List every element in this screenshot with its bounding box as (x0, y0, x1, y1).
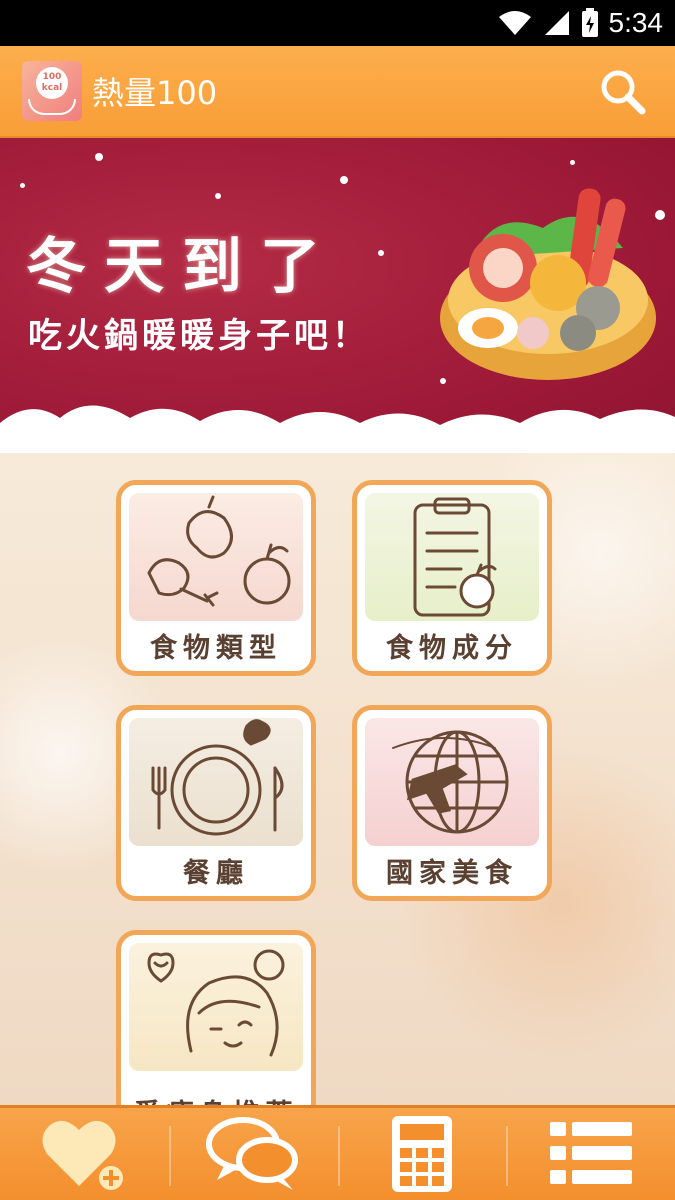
banner-subtitle: 吃火鍋暖暖身子吧！ (28, 316, 370, 356)
wifi-icon (498, 11, 531, 35)
hotpot-illustration (440, 188, 656, 380)
chat-bubbles-icon (206, 1117, 299, 1190)
food-types-icon (147, 495, 291, 607)
clock: 5:34 (608, 7, 664, 38)
favorite-heart-plus-icon (42, 1120, 124, 1190)
sparkle-icon (215, 193, 221, 199)
nav-list[interactable] (506, 1108, 675, 1200)
sparkle-icon (340, 176, 348, 184)
tile-label: 國家美食 (386, 858, 518, 889)
restaurant-plate-icon (151, 719, 284, 836)
nutrition-clipboard-icon (413, 497, 497, 617)
nav-chat[interactable] (168, 1108, 338, 1200)
menu-grid: 食物類型 食物成分 餐廳 國家美食 (0, 453, 675, 1105)
app-title: 熱量100 (92, 74, 218, 112)
country-food-art (365, 718, 539, 846)
tile-country-food[interactable]: 國家美食 (352, 705, 552, 901)
promo-banner[interactable]: 冬天到了 吃火鍋暖暖身子吧！ (0, 138, 675, 453)
tile-nutrition[interactable]: 食物成分 (352, 480, 552, 676)
tile-restaurant[interactable]: 餐廳 (116, 705, 316, 901)
sparkle-icon (20, 183, 25, 188)
tile-label: 食物成分 (386, 633, 518, 664)
tile-label: 食物類型 (150, 633, 282, 664)
food-types-art (129, 493, 303, 621)
search-icon (601, 70, 646, 115)
app-logo[interactable]: 100 kcal (22, 61, 82, 121)
globe-plane-icon (392, 730, 509, 834)
calculator-icon (391, 1116, 452, 1192)
sparkle-icon (95, 153, 103, 161)
diet-girl-icon (147, 949, 285, 1057)
bottom-nav (0, 1105, 675, 1200)
tile-label: 餐廳 (183, 858, 249, 889)
sparkle-icon (378, 250, 384, 256)
battery-charging-icon (581, 8, 598, 37)
sparkle-icon (570, 160, 575, 165)
tile-food-types[interactable]: 食物類型 (116, 480, 316, 676)
nutrition-art (365, 493, 539, 621)
banner-title: 冬天到了 (26, 232, 338, 302)
cell-signal-icon (544, 11, 569, 35)
diet-recommend-art (129, 943, 303, 1071)
restaurant-art (129, 718, 303, 846)
nav-favorites[interactable] (0, 1108, 169, 1200)
logo-kcal-badge: 100 kcal (36, 67, 68, 99)
logo-bowl-icon (28, 99, 76, 115)
tile-diet-recommend[interactable]: 愛瘦身推薦 (116, 930, 316, 1105)
tile-label: 愛瘦身推薦 (121, 1092, 311, 1105)
list-menu-icon (549, 1122, 632, 1184)
app-bar: 100 kcal 熱量100 (0, 46, 675, 138)
search-button[interactable] (599, 68, 647, 116)
status-bar: 5:34 (0, 0, 675, 46)
cloud-border (0, 405, 675, 453)
nav-calculator[interactable] (337, 1108, 507, 1200)
